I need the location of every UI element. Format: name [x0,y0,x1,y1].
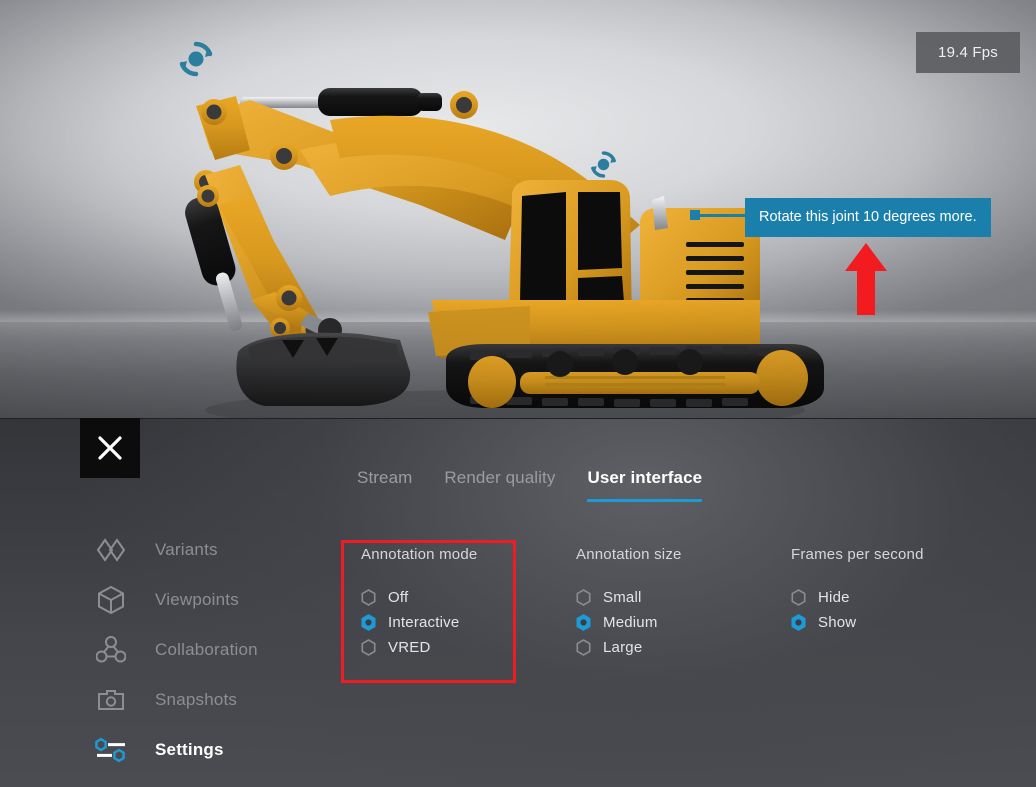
collaboration-icon [93,635,129,665]
sidebar-item-snapshots[interactable]: Snapshots [93,683,258,717]
variants-icon [93,535,129,565]
radio-unselected-icon[interactable] [576,589,591,606]
radio-option-hide[interactable]: Hide [791,585,1006,610]
snapshots-icon [93,685,129,715]
sidebar-item-variants[interactable]: Variants [93,533,258,567]
radio-option-off[interactable]: Off [361,585,576,610]
rotate-marker-cab-icon[interactable] [589,150,618,184]
option-group-annotation-size: Annotation size Small Medium Large [576,546,791,660]
option-group-frames-per-second: Frames per second Hide Show [791,546,1006,660]
radio-selected-icon[interactable] [791,614,806,631]
radio-option-label: VRED [388,639,431,656]
radio-option-large[interactable]: Large [576,635,791,660]
sidebar-item-viewpoints[interactable]: Viewpoints [93,583,258,617]
sidebar-item-label: Settings [155,740,224,759]
radio-unselected-icon[interactable] [791,589,806,606]
radio-option-interactive[interactable]: Interactive [361,610,576,635]
radio-option-label: Large [603,639,643,656]
tab-stream[interactable]: Stream [341,468,428,502]
radio-option-small[interactable]: Small [576,585,791,610]
radio-option-label: Interactive [388,614,460,631]
annotation-text[interactable]: Rotate this joint 10 degrees more. [745,198,991,237]
group-title: Annotation mode [361,546,478,563]
vred-webviewer-window: Rotate this joint 10 degrees more. 19.4 … [0,0,1036,787]
radio-option-label: Small [603,589,642,606]
group-title: Frames per second [791,546,924,563]
sidebar-item-label: Collaboration [155,640,258,659]
sidebar-item-label: Variants [155,540,218,559]
panel-top-divider [0,418,1036,419]
radio-selected-icon[interactable] [361,614,376,631]
tab-user-interface[interactable]: User interface [571,468,718,502]
radio-option-medium[interactable]: Medium [576,610,791,635]
3d-viewport[interactable]: Rotate this joint 10 degrees more. 19.4 … [0,0,1036,419]
settings-tabs: Stream Render quality User interface [341,468,718,502]
radio-option-vred[interactable]: VRED [361,635,576,660]
radio-option-show[interactable]: Show [791,610,1006,635]
radio-option-label: Hide [818,589,850,606]
close-panel-button[interactable] [80,418,140,478]
radio-unselected-icon[interactable] [576,639,591,656]
option-group-annotation-mode: Annotation mode Off Interactive VRED [361,546,576,660]
rotate-marker-boom-icon[interactable] [177,40,215,83]
radio-option-label: Show [818,614,857,631]
sidebar-item-label: Snapshots [155,690,238,709]
radio-unselected-icon[interactable] [361,639,376,656]
radio-option-label: Medium [603,614,658,631]
annotation-anchor-point [690,210,700,220]
sidebar-item-label: Viewpoints [155,590,239,609]
group-title: Annotation size [576,546,682,563]
radio-unselected-icon[interactable] [361,589,376,606]
close-icon [96,434,124,462]
viewpoints-icon [93,585,129,615]
tab-render-quality[interactable]: Render quality [428,468,571,502]
sidebar-item-collaboration[interactable]: Collaboration [93,633,258,667]
sidebar-item-settings[interactable]: Settings [93,733,258,767]
radio-selected-icon[interactable] [576,614,591,631]
red-pointer-arrow-icon [845,243,887,320]
settings-icon [93,735,129,765]
fps-badge: 19.4 Fps [916,32,1020,73]
radio-option-label: Off [388,589,409,606]
sidebar-nav: Variants Viewpoints Collaboration Snapshots… [93,533,258,767]
user-interface-options: Annotation mode Off Interactive VRED Annotat… [361,546,1006,660]
